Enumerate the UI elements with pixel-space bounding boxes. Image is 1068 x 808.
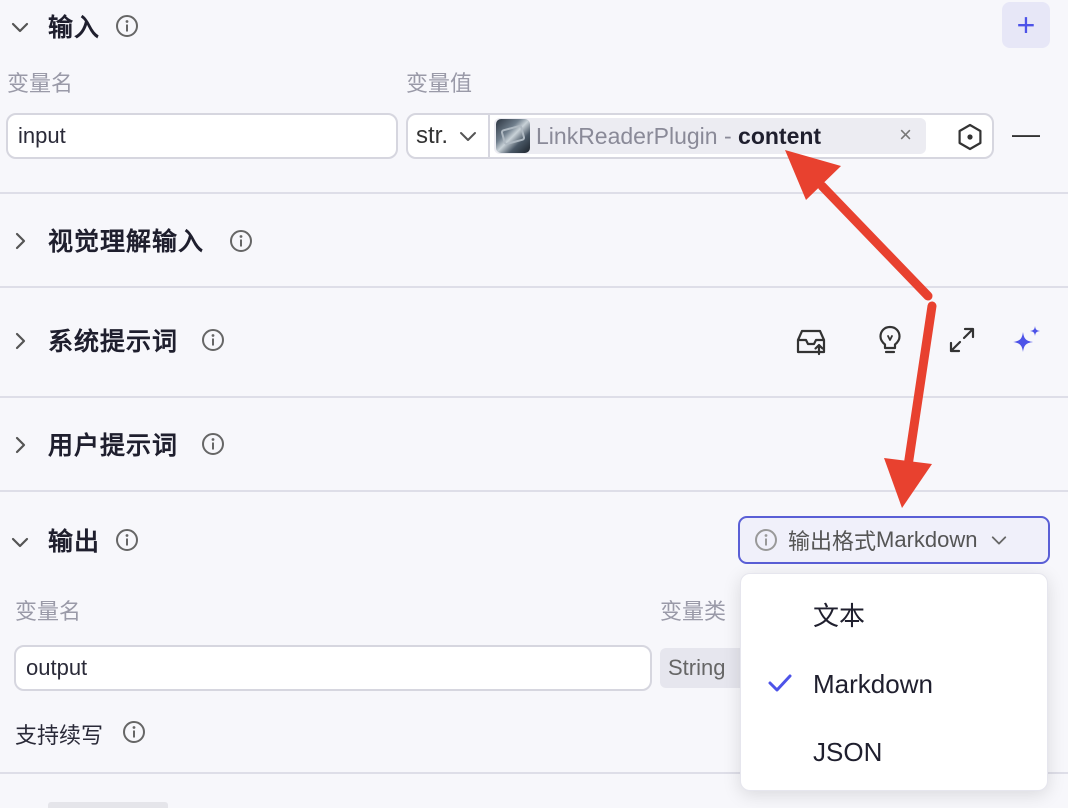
ai-sparkle-icon[interactable] xyxy=(1010,324,1042,356)
chevron-right-icon[interactable] xyxy=(10,231,30,251)
info-icon[interactable] xyxy=(229,229,253,253)
output-format-value: Markdown xyxy=(876,527,978,552)
chevron-down-icon[interactable] xyxy=(10,532,30,552)
divider xyxy=(0,286,1068,288)
type-select[interactable]: str. xyxy=(408,115,490,157)
info-icon[interactable] xyxy=(201,432,225,456)
input-value-field[interactable]: str. LinkReaderPlugin - content × xyxy=(406,113,994,159)
next-section-peek xyxy=(48,796,178,808)
divider xyxy=(0,490,1068,492)
lightbulb-icon[interactable] xyxy=(876,324,904,356)
format-option-label: JSON xyxy=(813,736,883,767)
reference-separator: - xyxy=(717,122,739,149)
remove-input-button[interactable]: — xyxy=(1012,118,1040,150)
info-icon xyxy=(755,529,777,551)
add-input-button[interactable]: + xyxy=(1002,2,1050,48)
reference-plugin-name: LinkReaderPlugin xyxy=(536,122,718,149)
type-select-value: str. xyxy=(416,122,449,149)
input-col-value-header: 变量值 xyxy=(406,72,473,97)
plus-icon: + xyxy=(1016,7,1036,43)
output-section-title: 输出 xyxy=(48,527,101,556)
chevron-down-icon xyxy=(991,536,1006,545)
output-format-label: 输出格式 xyxy=(788,530,877,555)
info-icon[interactable] xyxy=(122,720,146,744)
output-col-name-header: 变量名 xyxy=(15,600,82,625)
output-var-name-value: output xyxy=(26,655,88,680)
input-var-name-field[interactable]: input xyxy=(6,113,398,159)
user-prompt-section-title: 用户提示词 xyxy=(48,431,179,460)
clear-reference-icon[interactable]: × xyxy=(899,122,912,148)
plugin-avatar xyxy=(496,119,530,153)
reference-chip[interactable]: LinkReaderPlugin - content × xyxy=(494,118,926,154)
arrow-to-reference xyxy=(785,150,933,301)
reference-field-name: content xyxy=(738,122,822,149)
output-var-name-field[interactable]: output xyxy=(14,645,652,691)
expand-icon[interactable] xyxy=(948,326,976,354)
output-type-tag: String xyxy=(660,648,750,688)
divider xyxy=(0,396,1068,398)
format-option-label: Markdown xyxy=(813,668,933,699)
divider xyxy=(0,192,1068,194)
info-icon[interactable] xyxy=(201,328,225,352)
format-option-markdown[interactable]: Markdown xyxy=(741,650,1049,718)
chevron-right-icon[interactable] xyxy=(10,435,30,455)
output-format-menu: 文本 Markdown JSON xyxy=(740,573,1048,791)
chevron-down-icon[interactable] xyxy=(10,17,30,37)
format-option-json[interactable]: JSON xyxy=(741,718,1049,786)
input-col-name-header: 变量名 xyxy=(7,72,74,97)
chevron-right-icon[interactable] xyxy=(10,331,30,351)
check-icon xyxy=(768,674,792,692)
info-icon[interactable] xyxy=(115,528,139,552)
input-section-title: 输入 xyxy=(48,13,101,42)
input-var-name-value: input xyxy=(18,123,66,148)
output-col-type-header: 变量类 xyxy=(660,600,727,625)
output-type-value: String xyxy=(668,655,726,680)
variable-reference-icon[interactable] xyxy=(956,123,984,151)
info-icon[interactable] xyxy=(115,14,139,38)
chevron-down-icon xyxy=(460,132,477,141)
system-prompt-section-title: 系统提示词 xyxy=(48,327,179,356)
format-option-text[interactable]: 文本 xyxy=(741,580,1049,648)
output-format-select[interactable]: 输出格式 Markdown xyxy=(738,516,1050,564)
vision-section-title: 视觉理解输入 xyxy=(48,227,205,256)
continue-writing-label: 支持续写 xyxy=(15,724,104,749)
format-option-label: 文本 xyxy=(813,601,866,632)
prompt-library-icon[interactable] xyxy=(795,326,827,356)
